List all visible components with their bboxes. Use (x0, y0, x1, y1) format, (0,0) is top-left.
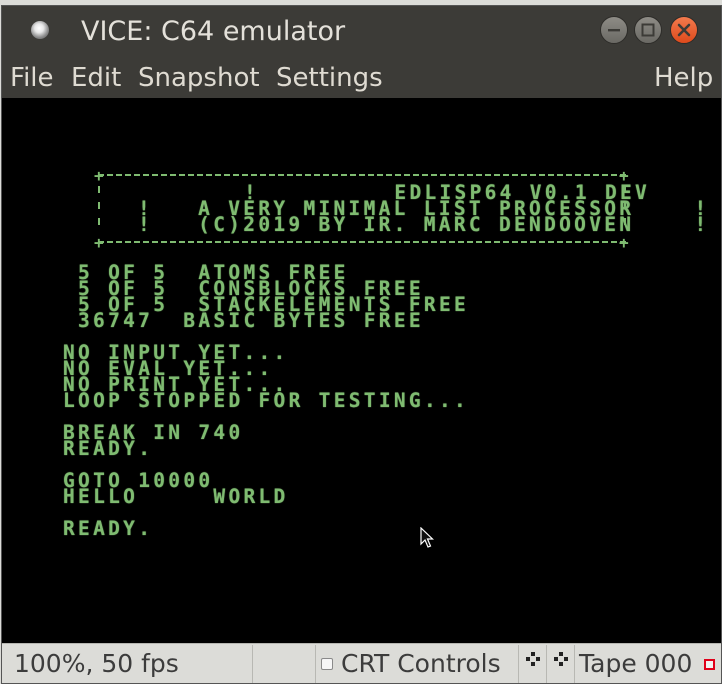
minimize-button[interactable] (600, 16, 628, 44)
tape-led-icon (704, 659, 715, 670)
joystick-dpad-icon (554, 652, 568, 666)
menu-snapshot[interactable]: Snapshot (138, 58, 260, 98)
banner-copyright: ! (C)2019 BY IR. MARC DENDOOVEN ! (138, 213, 710, 236)
menu-file[interactable]: File (10, 58, 54, 98)
close-icon (677, 23, 691, 37)
memory-line: 36747 BASIC BYTES FREE (78, 309, 424, 332)
title-bar[interactable]: VICE: C64 emulator (2, 6, 721, 58)
c64-screen[interactable]: + + + + ! EDLISP64 V0.1 DEV ! ! A VERY M… (2, 98, 721, 643)
hello-output: HELLO WORLD (63, 485, 289, 508)
tape-status[interactable]: Tape 000 (575, 645, 721, 683)
joystick-port-1[interactable] (519, 645, 547, 683)
menu-help[interactable]: Help (654, 58, 713, 98)
window-title: VICE: C64 emulator (81, 16, 346, 47)
emulator-window: VICE: C64 emulator File Edit Snapshot Se… (1, 5, 722, 684)
menu-settings[interactable]: Settings (276, 58, 383, 98)
status-bar: 100%, 50 fps CRT Controls Tape 000 (2, 643, 721, 683)
maximize-button[interactable] (634, 16, 662, 44)
crt-controls-checkbox[interactable] (321, 658, 333, 670)
menu-bar: File Edit Snapshot Settings Help (2, 58, 721, 98)
tape-counter: Tape 000 (579, 649, 693, 678)
joystick-port-2[interactable] (547, 645, 575, 683)
maximize-icon (641, 23, 655, 37)
svg-text:+: + (94, 233, 104, 252)
minimize-icon (608, 29, 620, 32)
ready-line: READY. (63, 437, 154, 460)
loop-line: LOOP STOPPED FOR TESTING... (63, 389, 470, 412)
speed-text: 100%, 50 fps (14, 649, 179, 678)
close-button[interactable] (670, 16, 698, 44)
status-spacer (253, 645, 316, 683)
vice-app-icon (31, 21, 49, 39)
menu-edit[interactable]: Edit (71, 58, 121, 98)
crt-controls-label[interactable]: CRT Controls (341, 645, 501, 683)
crt-controls-toggle[interactable]: CRT Controls (316, 645, 519, 683)
svg-text:+: + (94, 166, 104, 185)
final-ready-line: READY. (63, 517, 154, 540)
speed-indicator: 100%, 50 fps (2, 645, 253, 683)
joystick-dpad-icon (526, 652, 540, 666)
mouse-pointer-icon (420, 527, 434, 548)
